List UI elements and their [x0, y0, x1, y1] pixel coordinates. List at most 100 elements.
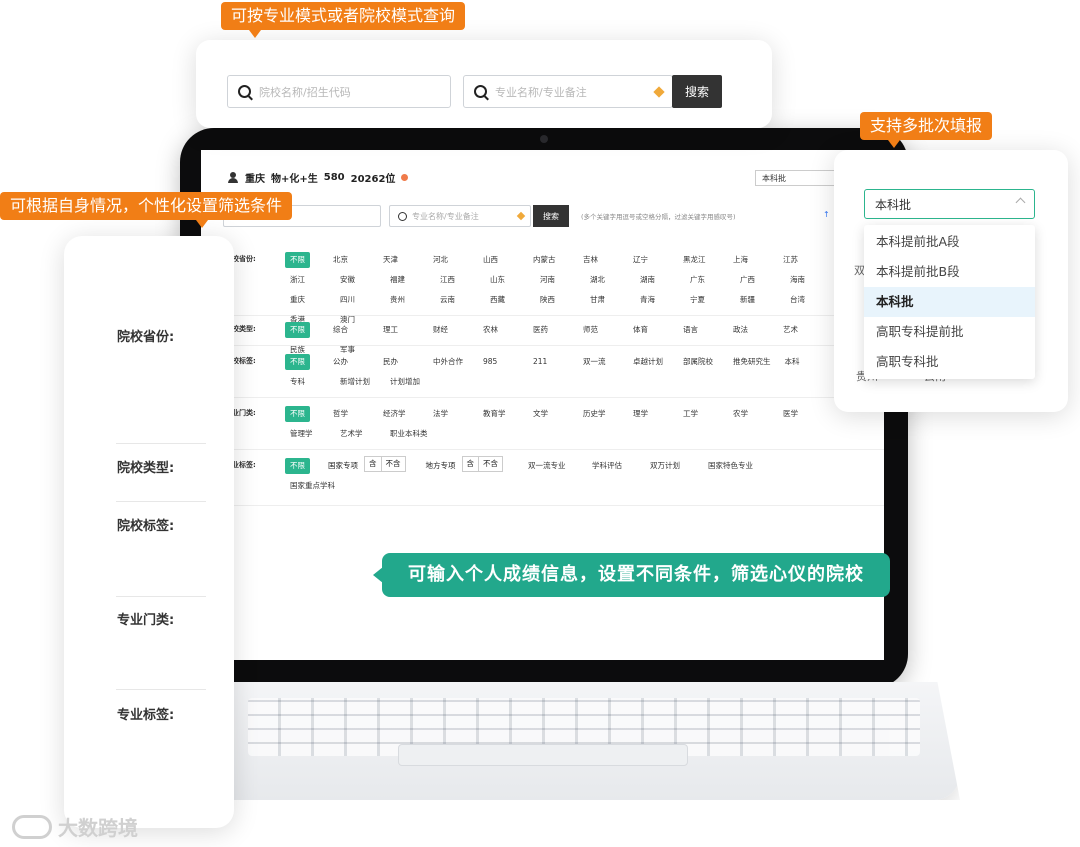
chip[interactable]: 宁夏: [685, 292, 731, 308]
chip[interactable]: 双一流: [578, 354, 624, 370]
chip[interactable]: 理学: [628, 406, 674, 422]
upload-icon[interactable]: ↑: [823, 210, 830, 219]
chip[interactable]: 理工: [378, 322, 424, 338]
keyboard: [208, 682, 960, 800]
info-icon[interactable]: [401, 174, 409, 181]
chip[interactable]: 职业本科类: [385, 426, 433, 442]
chip[interactable]: 安徽: [335, 272, 381, 288]
chip[interactable]: 福建: [385, 272, 431, 288]
national-toggle[interactable]: 含不含: [364, 456, 406, 472]
chip[interactable]: 甘肃: [585, 292, 631, 308]
chip[interactable]: 台湾: [785, 292, 831, 308]
chip[interactable]: 公办: [328, 354, 374, 370]
chip[interactable]: 陕西: [535, 292, 581, 308]
exclude-option[interactable]: 不含: [478, 457, 502, 471]
chip[interactable]: 985: [478, 354, 524, 370]
chip[interactable]: 重庆: [285, 292, 331, 308]
chip[interactable]: 河北: [428, 252, 474, 268]
batch-option[interactable]: 本科批: [864, 287, 1035, 317]
chip[interactable]: 综合: [328, 322, 374, 338]
chip[interactable]: 双一流专业: [523, 458, 583, 474]
local-toggle[interactable]: 含不含: [461, 456, 503, 472]
chip[interactable]: 江苏: [778, 252, 824, 268]
chip[interactable]: 历史学: [578, 406, 624, 422]
chip[interactable]: 艺术: [778, 322, 824, 338]
chip[interactable]: 吉林: [578, 252, 624, 268]
chip[interactable]: 医药: [528, 322, 574, 338]
chip[interactable]: 经济学: [378, 406, 424, 422]
chip[interactable]: 工学: [678, 406, 724, 422]
chip[interactable]: 艺术学: [335, 426, 381, 442]
chip[interactable]: 哲学: [328, 406, 374, 422]
chip[interactable]: 天津: [378, 252, 424, 268]
chip[interactable]: 农学: [728, 406, 774, 422]
chip[interactable]: 211: [528, 354, 574, 370]
search-button[interactable]: 搜索: [672, 75, 722, 108]
subjects: 物+化+生: [271, 174, 318, 185]
chip[interactable]: 黑龙江: [678, 252, 724, 268]
chip[interactable]: 本科: [780, 354, 826, 370]
chip[interactable]: 云南: [435, 292, 481, 308]
chip[interactable]: 湖北: [585, 272, 631, 288]
batch-option[interactable]: 本科提前批A段: [864, 227, 1035, 257]
include-option[interactable]: 含: [365, 457, 381, 471]
chip[interactable]: 海南: [785, 272, 831, 288]
chip[interactable]: 贵州: [385, 292, 431, 308]
batch-option[interactable]: 高职专科批: [864, 347, 1035, 377]
exclude-option[interactable]: 不含: [380, 457, 405, 471]
major-search-field[interactable]: 专业名称/专业备注: [463, 75, 673, 108]
chip-all[interactable]: 不限: [285, 458, 310, 474]
chip[interactable]: 卓越计划: [628, 354, 674, 370]
chip[interactable]: 河南: [535, 272, 581, 288]
chip[interactable]: 语言: [678, 322, 724, 338]
chip[interactable]: 四川: [335, 292, 381, 308]
chip[interactable]: 内蒙古: [528, 252, 574, 268]
chip[interactable]: 学科评估: [587, 458, 641, 474]
diamond-icon: [653, 86, 665, 98]
include-option[interactable]: 含: [463, 457, 479, 471]
chip[interactable]: 部属院校: [678, 354, 724, 370]
chip[interactable]: 国家重点学科: [285, 478, 841, 494]
batch-option[interactable]: 高职专科提前批: [864, 317, 1035, 347]
chip[interactable]: 教育学: [478, 406, 524, 422]
chip[interactable]: 湖南: [635, 272, 681, 288]
chip[interactable]: 农林: [478, 322, 524, 338]
chip[interactable]: 法学: [428, 406, 474, 422]
chip[interactable]: 辽宁: [628, 252, 674, 268]
chip[interactable]: 北京: [328, 252, 374, 268]
chip[interactable]: 中外合作: [428, 354, 474, 370]
chip[interactable]: 上海: [728, 252, 774, 268]
chip[interactable]: 文学: [528, 406, 574, 422]
school-search-field[interactable]: 院校名称/招生代码: [227, 75, 451, 108]
chip[interactable]: 财经: [428, 322, 474, 338]
chip[interactable]: 管理学: [285, 426, 331, 442]
chip[interactable]: 政法: [728, 322, 774, 338]
chip[interactable]: 推免研究生: [728, 354, 776, 370]
chip-all[interactable]: 不限: [285, 354, 310, 370]
chip[interactable]: 专科: [285, 374, 331, 390]
chip[interactable]: 国家特色专业: [703, 458, 758, 474]
chip[interactable]: 青海: [635, 292, 681, 308]
chip[interactable]: 山西: [478, 252, 524, 268]
chip-all[interactable]: 不限: [285, 322, 310, 338]
chip[interactable]: 计划增加: [385, 374, 431, 390]
chip[interactable]: 新增计划: [335, 374, 381, 390]
chip[interactable]: 广西: [735, 272, 781, 288]
chip[interactable]: 山东: [485, 272, 531, 288]
chip-all[interactable]: 不限: [285, 252, 310, 268]
major-search-input[interactable]: 专业名称/专业备注: [389, 205, 531, 227]
chip[interactable]: 广东: [685, 272, 731, 288]
batch-option[interactable]: 本科提前批B段: [864, 257, 1035, 287]
chip[interactable]: 民办: [378, 354, 424, 370]
chip[interactable]: 医学: [778, 406, 824, 422]
chip[interactable]: 西藏: [485, 292, 531, 308]
chip[interactable]: 新疆: [735, 292, 781, 308]
chip[interactable]: 双万计划: [645, 458, 699, 474]
chip[interactable]: 体育: [628, 322, 674, 338]
chip-all[interactable]: 不限: [285, 406, 310, 422]
chip[interactable]: 江西: [435, 272, 481, 288]
batch-select[interactable]: 本科批: [864, 189, 1035, 219]
search-button[interactable]: 搜索: [533, 205, 569, 227]
chip[interactable]: 师范: [578, 322, 624, 338]
chip[interactable]: 浙江: [285, 272, 331, 288]
